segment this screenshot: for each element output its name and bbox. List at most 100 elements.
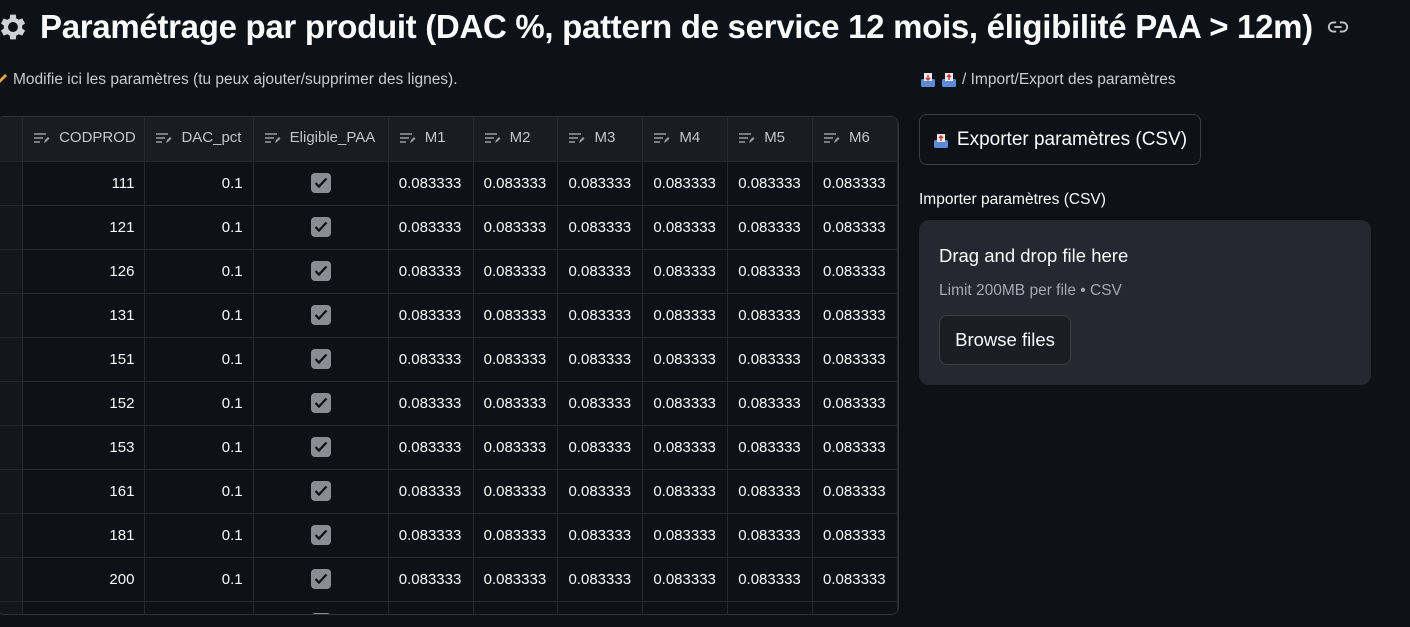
cell-m2[interactable]: 0.083333 [473,293,559,338]
cell-dac-pct[interactable] [144,601,254,614]
cell-m5[interactable]: 0.083333 [727,293,814,338]
row-index-cell[interactable] [0,205,24,250]
cell-m6[interactable]: 0.083333 [812,513,898,558]
cell-m6[interactable]: 0.083333 [812,469,898,514]
cell-m6[interactable]: 0.083333 [812,557,898,602]
cell-codprod[interactable]: 200 [22,557,146,602]
checkbox-checked[interactable] [310,525,331,545]
row-index-cell[interactable] [0,381,24,426]
cell-codprod[interactable]: 131 [22,293,146,338]
link-icon[interactable] [1327,16,1349,38]
cell-m2[interactable]: 0.083333 [473,337,559,382]
cell-m4[interactable]: 0.083333 [642,205,729,250]
column-header-m1[interactable]: M1 [388,117,474,162]
cell-dac-pct[interactable]: 0.1 [144,205,254,250]
column-header-codprod[interactable]: CODPROD [22,117,146,162]
checkbox-checked[interactable] [310,437,331,457]
cell-m3[interactable]: 0.083333 [557,425,644,470]
row-index-cell[interactable] [0,337,24,382]
cell-m3[interactable]: 0.083333 [557,469,644,514]
cell-m2[interactable]: 0.083333 [473,557,559,602]
cell-m2[interactable]: 0.083333 [473,249,559,294]
row-index-cell[interactable] [0,425,24,470]
cell-m1[interactable]: 0.083333 [388,557,474,602]
cell-m2[interactable]: 0.083333 [473,469,559,514]
cell-m6[interactable]: 0.083333 [812,425,898,470]
export-csv-button[interactable]: Exporter paramètres (CSV) [919,114,1201,165]
cell-m5[interactable]: 0.083333 [727,337,814,382]
cell-codprod[interactable]: 181 [22,513,146,558]
checkbox-checked[interactable] [310,613,331,614]
cell-dac-pct[interactable]: 0.1 [144,293,254,338]
cell-m5[interactable]: 0.083333 [727,381,814,426]
row-index-cell[interactable] [0,469,24,514]
cell-dac-pct[interactable]: 0.1 [144,249,254,294]
cell-m6[interactable]: 0.083333 [812,337,898,382]
checkbox-checked[interactable] [310,173,331,193]
cell-m3[interactable]: 0.083333 [557,161,644,206]
column-header-m3[interactable]: M3 [557,117,644,162]
cell-m3[interactable] [557,601,644,614]
cell-dac-pct[interactable]: 0.1 [144,337,254,382]
cell-m6[interactable]: 0.083333 [812,161,898,206]
cell-m4[interactable] [642,601,729,614]
cell-codprod[interactable]: 152 [22,381,146,426]
cell-m1[interactable]: 0.083333 [388,469,474,514]
cell-m3[interactable]: 0.083333 [557,293,644,338]
row-index-cell[interactable] [0,513,24,558]
checkbox-checked[interactable] [310,217,331,237]
cell-m5[interactable]: 0.083333 [727,161,814,206]
cell-m5[interactable]: 0.083333 [727,425,814,470]
cell-m2[interactable]: 0.083333 [473,381,559,426]
cell-m5[interactable] [727,601,814,614]
cell-m4[interactable]: 0.083333 [642,293,729,338]
column-header-dac-pct[interactable]: DAC_pct [144,117,254,162]
cell-m1[interactable]: 0.083333 [388,249,474,294]
cell-codprod[interactable]: 153 [22,425,146,470]
cell-m4[interactable]: 0.083333 [642,161,729,206]
row-index-cell[interactable] [0,161,24,206]
checkbox-checked[interactable] [310,349,331,369]
cell-codprod[interactable]: 111 [22,161,146,206]
cell-m2[interactable] [473,601,559,614]
cell-m5[interactable]: 0.083333 [727,513,814,558]
cell-codprod[interactable]: 151 [22,337,146,382]
cell-m2[interactable]: 0.083333 [473,425,559,470]
cell-m4[interactable]: 0.083333 [642,469,729,514]
data-editor-grid[interactable]: CODPROD DAC_pct Eligible_PAA M1 M2 M3 M4… [0,116,899,615]
cell-m4[interactable]: 0.083333 [642,381,729,426]
row-index-cell[interactable] [0,601,24,614]
cell-m6[interactable]: 0.083333 [812,205,898,250]
cell-m6[interactable]: 0.083333 [812,249,898,294]
cell-m4[interactable]: 0.083333 [642,425,729,470]
cell-m1[interactable]: 0.083333 [388,161,474,206]
column-header-m5[interactable]: M5 [727,117,814,162]
cell-m2[interactable]: 0.083333 [473,161,559,206]
cell-m5[interactable]: 0.083333 [727,249,814,294]
browse-files-button[interactable]: Browse files [939,315,1071,365]
cell-m5[interactable]: 0.083333 [727,557,814,602]
cell-m1[interactable] [388,601,474,614]
checkbox-checked[interactable] [310,569,331,589]
cell-m4[interactable]: 0.083333 [642,513,729,558]
cell-m3[interactable]: 0.083333 [557,205,644,250]
cell-codprod[interactable]: 126 [22,249,146,294]
cell-m3[interactable]: 0.083333 [557,249,644,294]
cell-dac-pct[interactable]: 0.1 [144,381,254,426]
cell-dac-pct[interactable]: 0.1 [144,557,254,602]
cell-dac-pct[interactable]: 0.1 [144,513,254,558]
column-header-m6[interactable]: M6 [812,117,898,162]
cell-m1[interactable]: 0.083333 [388,337,474,382]
cell-dac-pct[interactable]: 0.1 [144,425,254,470]
file-dropzone[interactable]: Drag and drop file here Limit 200MB per … [919,220,1371,385]
cell-m4[interactable]: 0.083333 [642,337,729,382]
cell-m5[interactable]: 0.083333 [727,469,814,514]
cell-m3[interactable]: 0.083333 [557,513,644,558]
column-header-m4[interactable]: M4 [642,117,729,162]
cell-codprod[interactable] [22,601,146,614]
cell-m4[interactable]: 0.083333 [642,557,729,602]
cell-m3[interactable]: 0.083333 [557,557,644,602]
cell-m1[interactable]: 0.083333 [388,513,474,558]
column-header-eligible-paa[interactable]: Eligible_PAA [253,117,389,162]
row-index-cell[interactable] [0,293,24,338]
